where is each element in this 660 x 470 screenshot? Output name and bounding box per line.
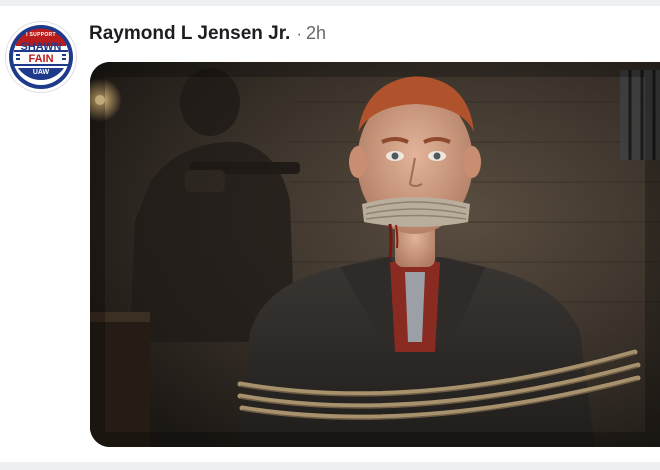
avatar-union-text: UAW xyxy=(32,69,50,76)
avatar-first-name: SHAWN xyxy=(20,41,62,53)
photo-gagged-bound-man xyxy=(90,62,660,447)
avatar-last-name: FAIN xyxy=(28,53,54,65)
author-name[interactable]: Raymond L Jensen Jr. xyxy=(89,23,290,45)
separator-dot: · xyxy=(296,24,303,43)
author-avatar[interactable]: I SUPPORT SHAWN FAIN UAW xyxy=(6,22,76,92)
avatar-support-text: I SUPPORT xyxy=(26,32,56,38)
post-card: I SUPPORT SHAWN FAIN UAW Raymond L Jense… xyxy=(0,6,660,462)
bottom-divider xyxy=(0,462,660,470)
post-header: Raymond L Jensen Jr. · 2h xyxy=(89,23,326,47)
post-image[interactable] xyxy=(90,62,660,447)
post-timestamp[interactable]: 2h xyxy=(306,23,326,44)
